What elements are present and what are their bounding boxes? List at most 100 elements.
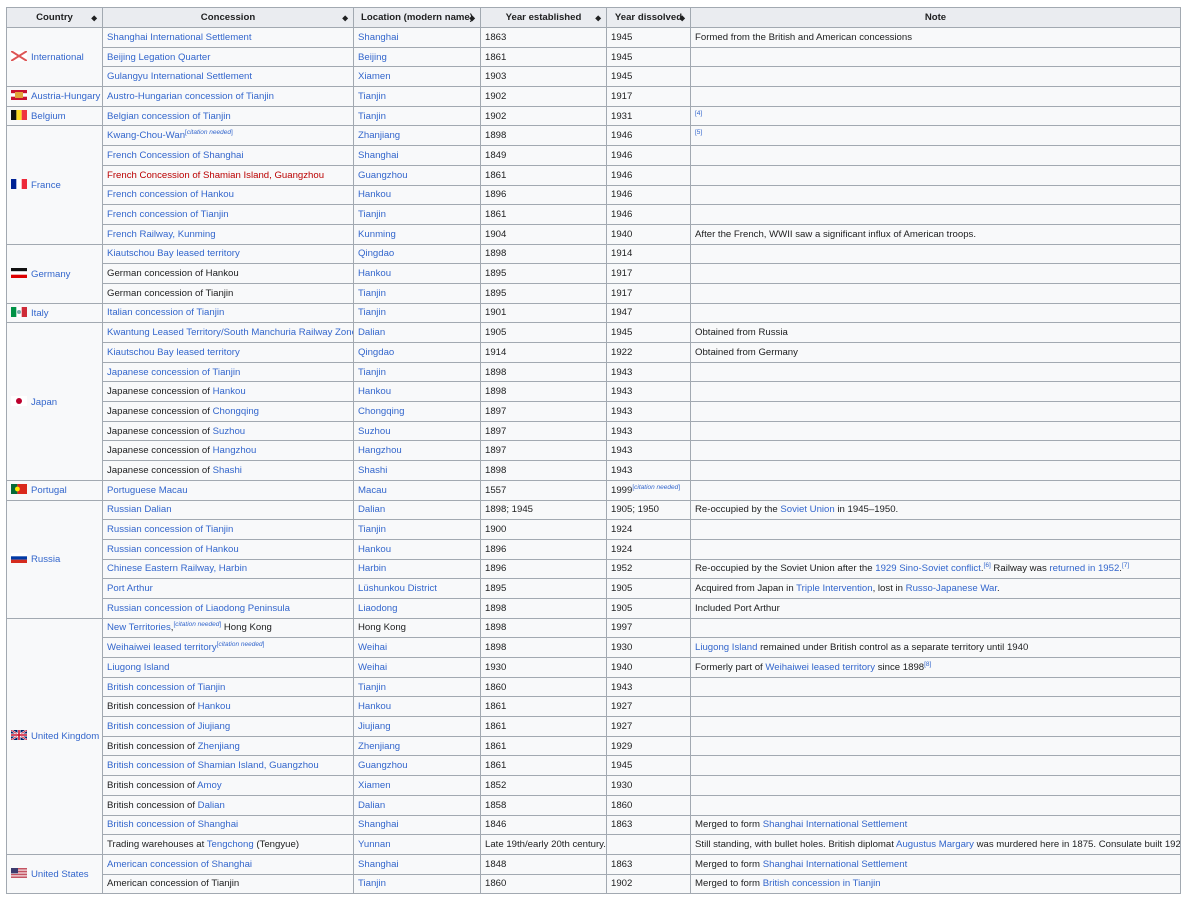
wiki-link[interactable]: Kunming (358, 229, 396, 240)
wiki-link[interactable]: Weihaiwei leased territory (107, 642, 217, 653)
wiki-link[interactable]: British concession of Shamian Island, Gu… (107, 760, 319, 771)
wiki-link[interactable]: Tianjin (358, 209, 386, 220)
wiki-link[interactable]: Kiautschou Bay leased territory (107, 248, 240, 259)
wiki-link[interactable]: Shashi (213, 465, 242, 476)
wiki-link[interactable]: Shanghai (358, 150, 399, 161)
wiki-link[interactable]: Shanghai International Settlement (763, 819, 908, 830)
wiki-link[interactable]: Weihai (358, 642, 387, 653)
wiki-link[interactable]: Hankou (358, 386, 391, 397)
wiki-link[interactable]: Weihai (358, 662, 387, 673)
country-link[interactable]: Belgium (31, 111, 66, 122)
wiki-link[interactable]: Hankou (213, 386, 246, 397)
wiki-link[interactable]: Russian concession of Tianjin (107, 524, 233, 535)
country-link[interactable]: France (31, 180, 61, 191)
country-link[interactable]: United Kingdom (31, 731, 99, 742)
wiki-link[interactable]: British concession in Tianjin (763, 878, 881, 889)
wiki-link[interactable]: Jiujiang (358, 721, 391, 732)
wiki-link[interactable]: Xiamen (358, 71, 391, 82)
country-link[interactable]: Portugal (31, 485, 67, 496)
wiki-link[interactable]: Tianjin (358, 307, 386, 318)
header-year-dissolved[interactable]: Year dissolved ⬥ (606, 7, 691, 28)
wiki-link[interactable]: Portuguese Macau (107, 485, 188, 496)
wiki-link[interactable]: Italian concession of Tianjin (107, 307, 224, 318)
header-country[interactable]: Country ⬥ (6, 7, 103, 28)
country-link[interactable]: United States (31, 869, 89, 880)
wiki-link[interactable]: French Railway, Kunming (107, 229, 216, 240)
header-location[interactable]: Location (modern name) ⬥ (353, 7, 481, 28)
wiki-link[interactable]: 1929 Sino-Soviet conflict (875, 563, 981, 574)
wiki-link[interactable]: Xiamen (358, 780, 391, 791)
wiki-link[interactable]: Shanghai International Settlement (763, 859, 908, 870)
wiki-link[interactable]: New Territories (107, 622, 171, 633)
country-link[interactable]: International (31, 52, 84, 63)
wiki-link[interactable]: returned in 1952 (1049, 563, 1119, 574)
wiki-link[interactable]: Hankou (198, 701, 231, 712)
citation-needed-note[interactable]: [citation needed] (173, 621, 221, 629)
country-link[interactable]: Germany (31, 269, 70, 280)
wiki-link[interactable]: Tianjin (358, 878, 386, 889)
sort-icon[interactable]: ⬥ (469, 12, 475, 23)
wiki-link[interactable]: Suzhou (213, 426, 246, 437)
wiki-link[interactable]: Liugong Island (695, 642, 757, 653)
wiki-link[interactable]: British concession of Jiujiang (107, 721, 230, 732)
sort-icon[interactable]: ⬥ (595, 12, 601, 23)
wiki-link[interactable]: Kwang-Chou-Wan (107, 130, 185, 141)
wiki-link[interactable]: Tianjin (358, 91, 386, 102)
wiki-link[interactable]: Hankou (358, 268, 391, 279)
wiki-link[interactable]: Hankou (358, 544, 391, 555)
wiki-link[interactable]: Macau (358, 485, 387, 496)
wiki-link[interactable]: Lüshunkou District (358, 583, 437, 594)
sort-icon[interactable]: ⬥ (342, 12, 348, 23)
wiki-link[interactable]: Port Arthur (107, 583, 153, 594)
citation-needed-note[interactable]: [citation needed] (217, 641, 265, 648)
wiki-link[interactable]: Yunnan (358, 839, 391, 850)
wiki-link[interactable]: Dalian (358, 504, 385, 515)
wiki-link[interactable]: Qingdao (358, 248, 394, 259)
reference-link[interactable]: [6] (984, 562, 991, 569)
sort-icon[interactable]: ⬥ (91, 12, 97, 23)
wiki-link[interactable]: French Concession of Shanghai (107, 150, 244, 161)
wiki-link[interactable]: British concession of Shanghai (107, 819, 238, 830)
wiki-link[interactable]: Shanghai (358, 859, 399, 870)
country-link[interactable]: Austria-Hungary (31, 91, 100, 102)
header-year-established[interactable]: Year established ⬥ (480, 7, 607, 28)
wiki-link[interactable]: Dalian (198, 800, 225, 811)
country-link[interactable]: Japan (31, 397, 57, 408)
wiki-link[interactable]: Russian concession of Hankou (107, 544, 239, 555)
wiki-link[interactable]: Beijing Legation Quarter (107, 52, 210, 63)
citation-needed-note[interactable]: [citation needed] (185, 129, 233, 136)
wiki-link[interactable]: Austro-Hungarian concession of Tianjin (107, 91, 274, 102)
wiki-link[interactable]: Chongqing (213, 406, 259, 417)
wiki-link[interactable]: Hangzhou (213, 445, 257, 456)
wiki-link[interactable]: Belgian concession of Tianjin (107, 111, 231, 122)
reference-link[interactable]: [4] (695, 109, 702, 117)
wiki-link[interactable]: Hankou (358, 701, 391, 712)
wiki-link[interactable]: Tianjin (358, 524, 386, 535)
wiki-link[interactable]: Tianjin (358, 111, 386, 122)
wiki-link[interactable]: American concession of Shanghai (107, 859, 252, 870)
wiki-link[interactable]: Hankou (358, 189, 391, 200)
wiki-link[interactable]: Russian concession of Liaodong Peninsula (107, 603, 290, 614)
wiki-link[interactable]: Chinese Eastern Railway, Harbin (107, 563, 247, 574)
wiki-link[interactable]: Zhenjiang (198, 741, 240, 752)
wiki-link[interactable]: Kiautschou Bay leased territory (107, 347, 240, 358)
sort-icon[interactable]: ⬥ (679, 12, 685, 23)
country-link[interactable]: Italy (31, 308, 49, 319)
wiki-link[interactable]: Qingdao (358, 347, 394, 358)
wiki-link[interactable]: Chongqing (358, 406, 404, 417)
reference-link[interactable]: [5] (695, 129, 702, 136)
wiki-link[interactable]: Beijing (358, 52, 387, 63)
wiki-link[interactable]: French Concession of Shamian Island, Gua… (107, 170, 324, 181)
wiki-link[interactable]: Liaodong (358, 603, 397, 614)
wiki-link[interactable]: Guangzhou (358, 760, 408, 771)
country-link[interactable]: Russia (31, 554, 60, 565)
wiki-link[interactable]: Hangzhou (358, 445, 402, 456)
wiki-link[interactable]: Tianjin (358, 682, 386, 693)
wiki-link[interactable]: Guangzhou (358, 170, 408, 181)
wiki-link[interactable]: Zhenjiang (358, 741, 400, 752)
header-concession[interactable]: Concession ⬥ (102, 7, 354, 28)
wiki-link[interactable]: Zhanjiang (358, 130, 400, 141)
wiki-link[interactable]: Kwantung Leased Territory/South Manchuri… (107, 327, 353, 338)
wiki-link[interactable]: Augustus Margary (896, 839, 974, 850)
wiki-link[interactable]: Tianjin (358, 288, 386, 299)
